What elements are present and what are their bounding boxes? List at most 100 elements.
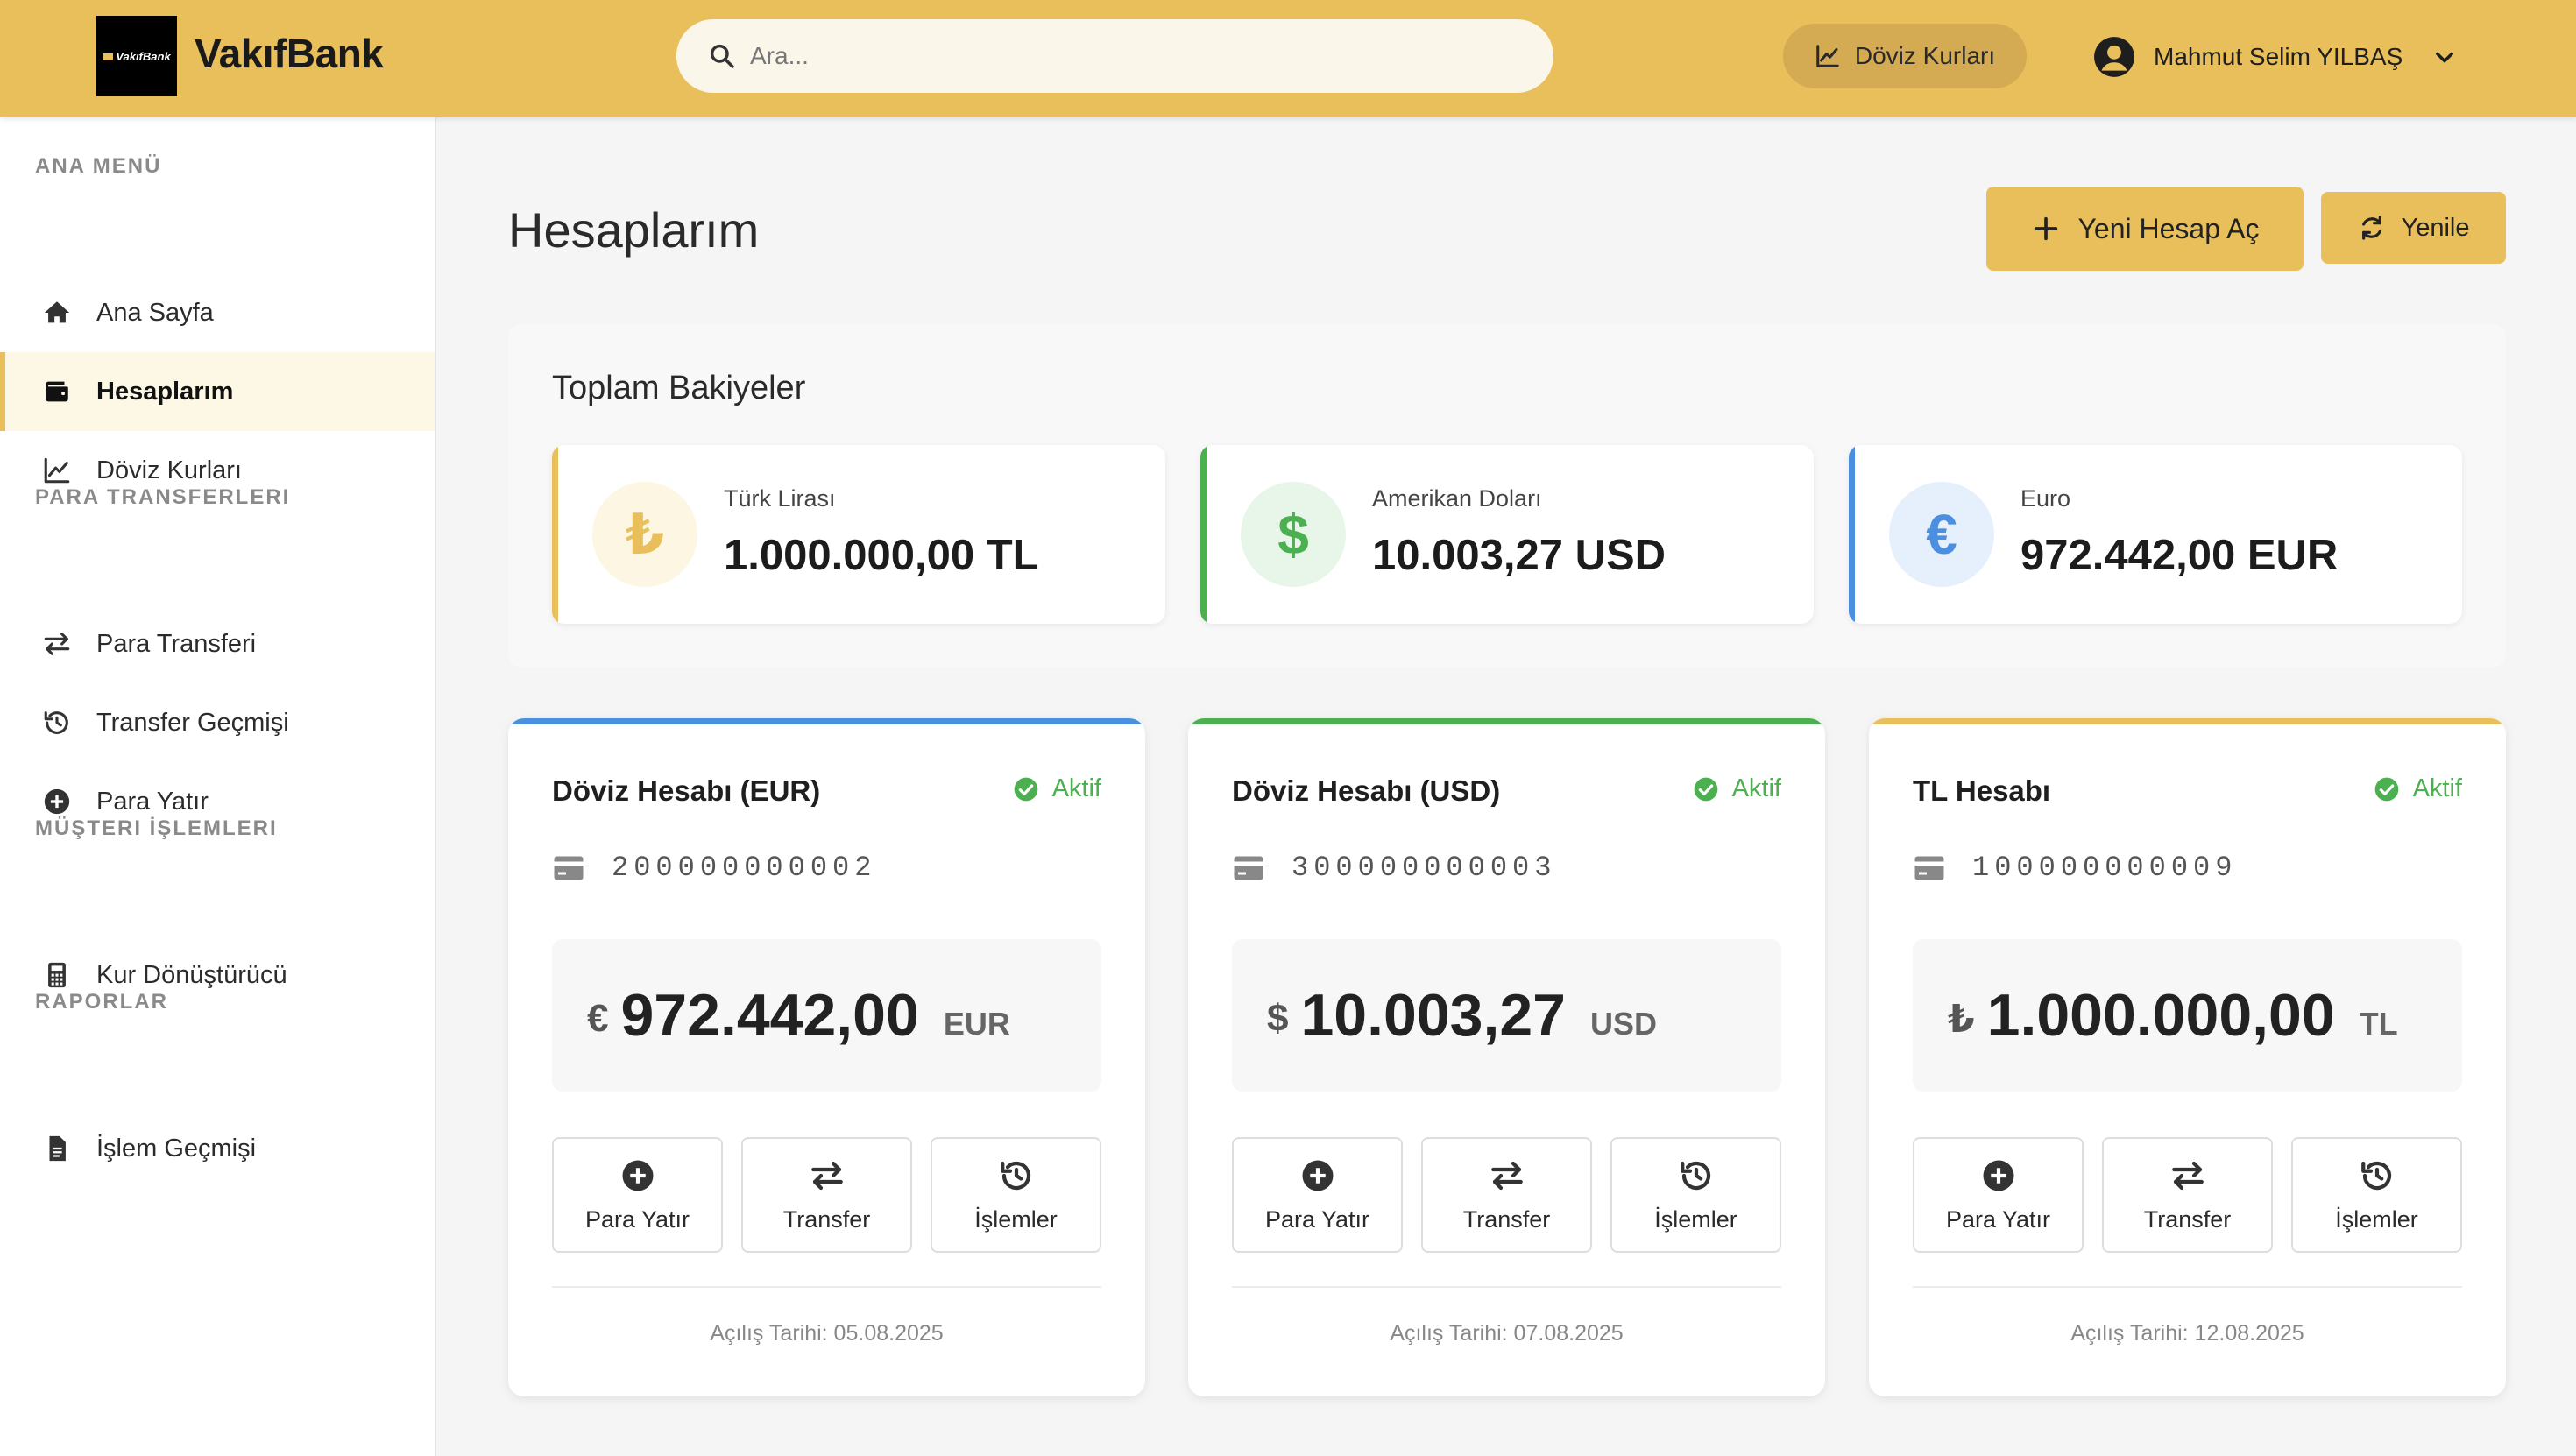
deposit-button[interactable]: Para Yatır [1232, 1137, 1403, 1253]
deposit-button[interactable]: Para Yatır [1913, 1137, 2084, 1253]
sidebar-item-label: Transfer Geçmişi [96, 708, 289, 737]
bank-logo[interactable]: VakıfBank [96, 16, 177, 96]
lira-icon: ₺ [592, 482, 697, 587]
sidebar-item-para-transferi[interactable]: Para Transferi [0, 604, 435, 683]
plus-circle-icon [44, 788, 70, 815]
logo-text: VakıfBank [103, 50, 170, 63]
divider [1913, 1286, 2462, 1288]
check-circle-icon [2374, 777, 2398, 801]
plus-icon [2034, 216, 2057, 241]
total-card-label: Türk Lirası [724, 485, 836, 512]
card-accent-bar [1188, 718, 1825, 724]
sidebar-item-label: Para Transferi [96, 629, 257, 658]
deposit-button[interactable]: Para Yatır [552, 1137, 723, 1253]
total-card-label: Euro [2020, 485, 2071, 512]
search-icon [710, 44, 734, 68]
euro-icon: € [1889, 482, 1994, 587]
currency-symbol: € [587, 997, 609, 1040]
calculator-icon [48, 962, 66, 988]
account-title: TL Hesabı [1913, 774, 2051, 807]
card-accent-bar [552, 445, 558, 624]
dollar-icon: $ [1241, 482, 1346, 587]
divider [552, 1286, 1101, 1288]
action-label: İşlemler [974, 1205, 1058, 1233]
sidebar-item-ana-sayfa[interactable]: Ana Sayfa [0, 273, 435, 352]
refresh-button[interactable]: Yenile [2321, 192, 2506, 264]
sidebar-section-title: RAPORLAR [35, 990, 168, 1014]
account-title: Döviz Hesabı (USD) [1232, 774, 1501, 807]
exchange-rates-button[interactable]: Döviz Kurları [1783, 24, 2027, 88]
total-card-amount: 10.003,27 USD [1372, 532, 1667, 579]
exchange-arrows-icon [1490, 1161, 1523, 1190]
sidebar-item-label: İşlem Geçmişi [96, 1134, 257, 1163]
transfer-button[interactable]: Transfer [2102, 1137, 2273, 1253]
sidebar-item-islem-gecmisi[interactable]: İşlem Geçmişi [0, 1109, 435, 1188]
action-label: Transfer [2143, 1205, 2232, 1233]
opening-date: Açılış Tarihi: 07.08.2025 [1390, 1321, 1624, 1346]
exchange-rates-label: Döviz Kurları [1854, 42, 1996, 69]
transactions-button[interactable]: İşlemler [2291, 1137, 2462, 1253]
card-accent-bar [1869, 718, 2506, 724]
status-badge: Aktif [1012, 774, 1101, 803]
chart-line-icon [44, 457, 70, 484]
sidebar-item-label: Döviz Kurları [96, 456, 242, 484]
account-number-value: 300000000003 [1292, 852, 1557, 884]
user-avatar-icon [2094, 37, 2134, 77]
status-label: Aktif [1731, 774, 1781, 802]
balance-amount: 1.000.000,00 [1986, 982, 2335, 1049]
action-label: İşlemler [1654, 1205, 1737, 1233]
credit-card-icon [1234, 856, 1263, 880]
user-menu[interactable]: Mahmut Selim YILBAŞ [2092, 33, 2457, 81]
action-label: Transfer [782, 1205, 871, 1233]
top-header: VakıfBank VakıfBank Döviz Kurları Mahmut… [0, 0, 2576, 117]
account-title: Döviz Hesabı (EUR) [552, 774, 821, 807]
card-accent-bar [508, 718, 1145, 724]
sidebar-item-transfer-gecmisi[interactable]: Transfer Geçmişi [0, 683, 435, 762]
balance-box: € 972.442,00 EUR [552, 939, 1101, 1092]
refresh-icon [2361, 216, 2381, 240]
chart-line-icon [1816, 45, 1839, 67]
search-bar[interactable] [676, 19, 1553, 93]
sidebar-section-title: PARA TRANSFERLERI [35, 485, 291, 509]
status-badge: Aktif [2373, 774, 2462, 803]
history-icon [44, 711, 68, 734]
account-number: 200000000002 [552, 852, 876, 884]
search-input[interactable] [750, 42, 1521, 70]
check-circle-icon [1694, 777, 1717, 801]
card-accent-bar [1849, 445, 1855, 624]
status-label: Aktif [1051, 774, 1101, 802]
status-badge: Aktif [1692, 774, 1781, 803]
balance-currency: EUR [943, 1006, 1010, 1042]
opening-date: Açılış Tarihi: 12.08.2025 [2070, 1321, 2304, 1346]
balance-amount: 972.442,00 [620, 982, 919, 1049]
transactions-button[interactable]: İşlemler [931, 1137, 1101, 1253]
balance-box: ₺ 1.000.000,00 TL [1913, 939, 2462, 1092]
currency-symbol: $ [1267, 997, 1289, 1040]
plus-circle-icon [1983, 1160, 2013, 1191]
account-card-try: TL Hesabı Aktif 100000000009 ₺ 1.000.000… [1869, 718, 2506, 1396]
page-title: Hesaplarım [508, 202, 760, 258]
transfer-button[interactable]: Transfer [1421, 1137, 1592, 1253]
sidebar-item-label: Ana Sayfa [96, 298, 214, 327]
balance-currency: TL [2359, 1006, 2398, 1042]
credit-card-icon [1914, 856, 1944, 880]
action-label: Para Yatır [584, 1205, 690, 1233]
card-accent-bar [1200, 445, 1207, 624]
transfer-button[interactable]: Transfer [741, 1137, 912, 1253]
sidebar-item-label: Para Yatır [96, 787, 209, 816]
brand-name[interactable]: VakıfBank [195, 30, 384, 77]
sidebar-item-label: Hesaplarım [96, 377, 234, 406]
account-card-eur: Döviz Hesabı (EUR) Aktif 200000000002 € … [508, 718, 1145, 1396]
transactions-button[interactable]: İşlemler [1610, 1137, 1781, 1253]
exchange-arrows-icon [2171, 1161, 2204, 1190]
document-icon [49, 1135, 66, 1162]
sidebar-item-hesaplarim[interactable]: Hesaplarım [0, 352, 435, 431]
plus-circle-icon [622, 1160, 653, 1191]
new-account-button[interactable]: Yeni Hesap Aç [1986, 187, 2304, 271]
balance-box: $ 10.003,27 USD [1232, 939, 1781, 1092]
sidebar-section-title: MÜŞTERI İŞLEMLERI [35, 816, 278, 840]
refresh-label: Yenile [2401, 213, 2470, 242]
history-icon [2360, 1161, 2391, 1190]
account-number-value: 100000000009 [1972, 852, 2238, 884]
exchange-arrows-icon [810, 1161, 843, 1190]
